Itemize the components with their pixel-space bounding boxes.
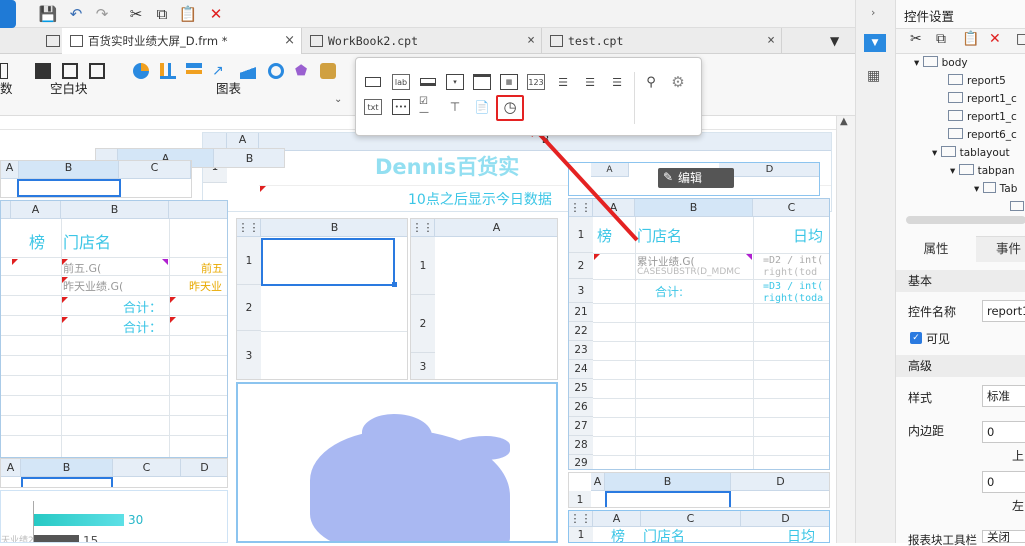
- tree-node-report1c-2[interactable]: report1_c: [948, 110, 1017, 123]
- report-icon: [948, 110, 963, 121]
- tree-label: body: [941, 57, 968, 69]
- visible-checkbox[interactable]: ✓: [910, 332, 922, 344]
- button-widget-icon[interactable]: [419, 74, 437, 90]
- widget-palette-popup: lab ▾ ▦ 123 ☰ ☰ ☰ ⚲ ⚙ txt ••• ☑— ⊤ 📄 ◷: [355, 57, 702, 136]
- copy-icon[interactable]: ⧉: [936, 31, 946, 47]
- section-basic[interactable]: 基本: [896, 270, 1025, 292]
- tree-node-report5[interactable]: report5: [948, 74, 1006, 87]
- tree-node-tablayout[interactable]: ▾ tablayout: [932, 146, 1010, 159]
- textfield-widget-icon[interactable]: txt: [364, 99, 382, 115]
- tree-label: report1_c: [967, 93, 1017, 105]
- palette-divider: [634, 72, 635, 124]
- style-label: 样式: [908, 391, 933, 405]
- textarea-widget-icon[interactable]: ☰: [554, 74, 572, 90]
- padding-top-label: 上: [1012, 449, 1025, 463]
- tree-label: tabpan: [977, 165, 1015, 177]
- tree-node-body[interactable]: ▾ body: [914, 56, 968, 69]
- collapse-arrow-icon[interactable]: ›: [871, 6, 875, 19]
- report-icon: [948, 128, 963, 139]
- tab-attributes[interactable]: 属性: [896, 236, 976, 262]
- padding-label: 内边距: [908, 424, 945, 438]
- tab-icon: [982, 182, 996, 193]
- tree-label: report5: [967, 75, 1006, 87]
- tree-widget-icon[interactable]: ⊤: [446, 99, 464, 115]
- widget-settings-icon[interactable]: ▼: [864, 34, 886, 52]
- widget-name-label: 控件名称: [908, 305, 957, 319]
- tabpane-icon: [958, 164, 974, 175]
- panel-title: 控件设置: [904, 9, 955, 24]
- widget-name-input[interactable]: report1: [982, 300, 1025, 322]
- side-toolbar: › ▼ ▦: [855, 0, 895, 543]
- tree-scrollbar[interactable]: [906, 216, 1025, 224]
- properties-panel: 控件设置 ✂ ⧉ 📋 ✕ □ ▾ body report5 report1_c …: [895, 0, 1025, 546]
- tree-label: report1_c: [967, 111, 1017, 123]
- tree-node-report1c[interactable]: report1_c: [948, 92, 1017, 105]
- tab-label: 属性: [923, 241, 949, 256]
- tree-node-report6c[interactable]: report6_c: [948, 128, 1017, 141]
- section-advanced[interactable]: 高级: [896, 355, 1025, 377]
- report-toolbar-label: 报表块工具栏: [908, 533, 977, 546]
- password-widget-icon[interactable]: •••: [392, 99, 410, 115]
- radio-list-widget-icon[interactable]: ☰: [581, 74, 599, 90]
- tab-label: 事件: [996, 241, 1022, 256]
- tree-label: report6_c: [967, 129, 1017, 141]
- delete-icon[interactable]: ✕: [989, 31, 1001, 47]
- tree-label: Tab: [999, 183, 1018, 195]
- report-toolbar-select[interactable]: 关闭: [982, 530, 1025, 544]
- file-widget-icon[interactable]: 📄: [473, 99, 491, 115]
- text-widget-icon[interactable]: [364, 74, 382, 90]
- checkbox-list-widget-icon[interactable]: ☰: [608, 74, 626, 90]
- search-icon[interactable]: ⚲: [642, 74, 660, 90]
- label-widget-icon[interactable]: lab: [392, 74, 410, 90]
- paste-icon[interactable]: 📋: [962, 31, 979, 47]
- tree-node-tab[interactable]: ▾ Tab: [974, 182, 1017, 195]
- tree-label: tablayout: [959, 147, 1010, 159]
- padding-left-label: 左: [1012, 499, 1025, 513]
- component-icon[interactable]: ▦: [867, 68, 880, 84]
- checkbox-widget-icon[interactable]: ☑—: [419, 96, 437, 118]
- cut-icon[interactable]: ✂: [910, 31, 922, 47]
- more-icon[interactable]: □: [1016, 31, 1025, 47]
- tablayout-icon: [940, 146, 956, 157]
- visible-label: 可见: [926, 332, 951, 346]
- page-icon: [922, 56, 938, 67]
- report-icon: [948, 92, 963, 103]
- calendar-widget-icon[interactable]: ▦: [500, 74, 518, 90]
- gear-icon[interactable]: ⚙: [669, 73, 687, 91]
- tree-node-child[interactable]: [1010, 201, 1024, 211]
- padding-left-input[interactable]: 0: [982, 471, 1025, 493]
- style-select[interactable]: 标准: [982, 385, 1025, 407]
- tab-events[interactable]: 事件: [996, 236, 1021, 262]
- combo-widget-icon[interactable]: ▾: [446, 74, 464, 90]
- date-widget-icon[interactable]: [473, 74, 491, 90]
- padding-top-input[interactable]: 0: [982, 421, 1025, 443]
- report-icon: [948, 74, 963, 85]
- clock-icon[interactable]: ◷: [501, 98, 519, 116]
- tree-node-tabpane[interactable]: ▾ tabpan: [950, 164, 1015, 177]
- number-widget-icon[interactable]: 123: [527, 74, 545, 90]
